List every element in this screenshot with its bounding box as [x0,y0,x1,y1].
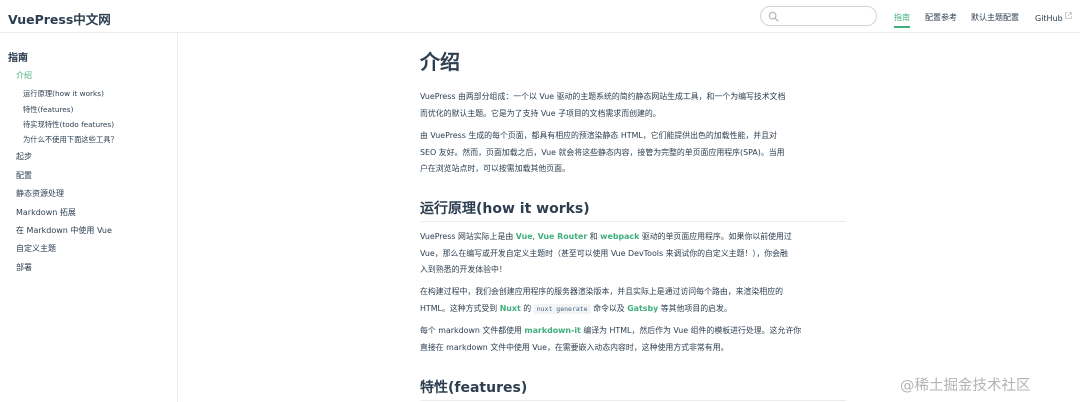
text-line: 由 VuePress 生成的每个页面，都具有相应的预渲染静态 HTML，它们能提… [420,131,777,140]
sidebar-subitem-how-it-works[interactable]: 运行原理(how it works) [23,89,104,99]
how-it-works-paragraph-2: 在构建过程中，我们会创建应用程序的服务器渲染版本，并且实际上是通过访问每个路由，… [420,284,846,317]
heading-features: 特性(features) [420,377,846,401]
text-span: 和 [587,232,601,241]
sidebar-heading[interactable]: 指南 [8,49,28,64]
text-span: 编译为 HTML，然后作为 Vue 组件的模板进行处理。这允许你 [580,326,802,335]
sidebar-item-markdown[interactable]: Markdown 拓展 [16,207,76,218]
link-vue-router[interactable]: Vue Router [538,232,588,241]
nav-item-github-label: GitHub [1035,14,1063,23]
text-line: 直接在 markdown 文件中使用 Vue，在需要嵌入动态内容时，这种使用方式… [420,342,729,352]
text-line: 在构建过程中，我们会创建应用程序的服务器渲染版本，并且实际上是通过访问每个路由，… [420,287,783,296]
text-span: 命令以及 [590,303,628,313]
link-gatsby[interactable]: Gatsby [627,304,658,313]
search-icon [768,11,779,22]
inline-code: nuxt generate [533,303,591,314]
text-line: 户在浏览站点时，可以按需加载其他页面。 [420,164,570,173]
text-span: 每个 markdown 文件都使用 [420,326,525,335]
site-title[interactable]: VuePress中文网 [8,9,111,28]
sidebar-item-custom-themes[interactable]: 自定义主题 [16,243,56,254]
text-line: 入到熟悉的开发体验中！ [420,265,507,274]
intro-paragraph-2: 由 VuePress 生成的每个页面，都具有相应的预渲染静态 HTML，它们能提… [420,128,846,178]
sidebar-subitem-todo-features[interactable]: 待实现特性(todo features) [23,120,114,130]
link-markdown-it[interactable]: markdown-it [524,326,580,335]
nav-item-default-theme[interactable]: 默认主题配置 [971,12,1019,23]
sidebar-item-intro[interactable]: 介绍 [16,70,32,81]
search-input[interactable] [781,9,873,24]
heading-how-it-works: 运行原理(how it works) [420,198,846,222]
nav-item-guide[interactable]: 指南 [894,12,910,28]
text-span: 驱动的单页面应用程序。如果你以前使用过 [639,232,792,241]
sidebar-item-assets[interactable]: 静态资源处理 [16,188,64,199]
page-title: 介绍 [420,50,460,74]
how-it-works-paragraph-3: 每个 markdown 文件都使用 markdown-it 编译为 HTML，然… [420,323,846,356]
text-span: HTML。这种方式受到 [420,303,500,313]
search-box[interactable] [760,6,877,26]
text-line: 每个 markdown 文件都使用 markdown-it 编译为 HTML，然… [420,323,846,340]
sidebar-item-using-vue[interactable]: 在 Markdown 中使用 Vue [16,225,112,236]
sidebar-item-deploy[interactable]: 部署 [16,262,32,273]
how-it-works-paragraph-1: VuePress 网站实际上是由 Vue, Vue Router 和 webpa… [420,229,846,279]
text-line: VuePress 网站实际上是由 Vue, Vue Router 和 webpa… [420,229,846,246]
link-vue[interactable]: Vue [516,232,533,241]
external-link-icon [1065,12,1072,19]
navbar: VuePress中文网 指南 配置参考 默认主题配置 GitHub [0,0,1080,33]
text-span: 等其他项目的启发。 [658,303,732,313]
sidebar-item-getting-started[interactable]: 起步 [16,151,32,162]
intro-paragraph-1: VuePress 由两部分组成：一个以 Vue 驱动的主题系统的简约静态网站生成… [420,89,846,122]
text-line: HTML。这种方式受到 Nuxt 的 nuxt generate 命令以及 Ga… [420,301,846,318]
text-line: VuePress 由两部分组成：一个以 Vue 驱动的主题系统的简约静态网站生成… [420,92,786,101]
text-line: SEO 友好。然而，页面加载之后，Vue 就会将这些静态内容，接管为完整的单页面… [420,147,785,157]
sidebar: 指南 介绍 运行原理(how it works) 特性(features) 待实… [0,33,178,402]
watermark: @稀土掘金技术社区 [900,378,1031,394]
sidebar-subitem-why-not[interactable]: 为什么不使用下面这些工具？ [23,135,118,145]
link-nuxt[interactable]: Nuxt [500,304,521,313]
text-line: Vue，那么在编写或开发自定义主题时（甚至可以使用 Vue DevTools 来… [420,248,788,258]
nav-item-github[interactable]: GitHub [1035,12,1072,23]
text-span: VuePress 网站实际上是由 [420,232,516,241]
sidebar-item-config[interactable]: 配置 [16,170,32,181]
sidebar-subitem-features[interactable]: 特性(features) [23,105,73,115]
text-line: 而优化的默认主题。它是为了支持 Vue 子项目的文档需求而创建的。 [420,108,661,118]
text-span: 的 [520,303,534,313]
link-webpack[interactable]: webpack [600,232,639,241]
nav-item-config[interactable]: 配置参考 [925,12,957,23]
